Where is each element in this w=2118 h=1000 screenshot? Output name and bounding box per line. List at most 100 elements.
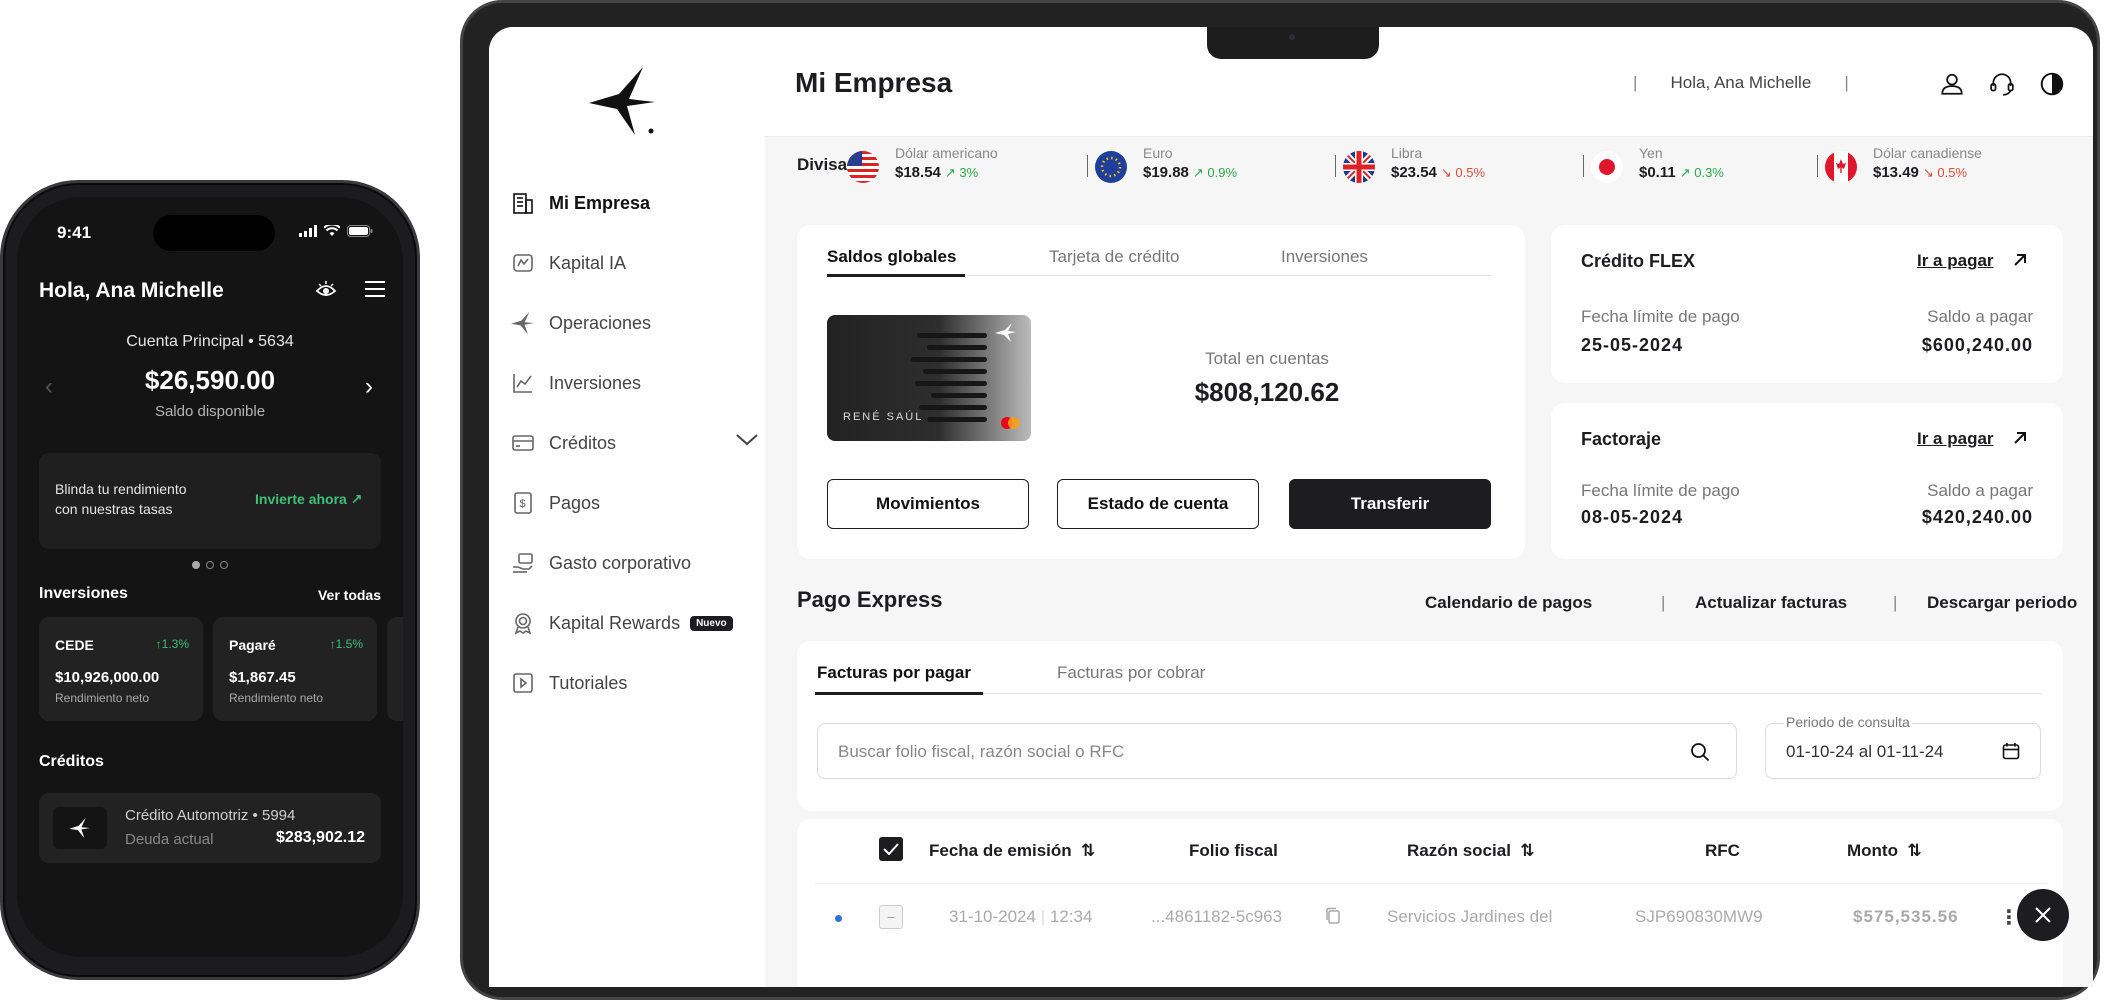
period-picker[interactable]: Periodo de consulta 01-10-24 al 01-11-24 (1765, 714, 2041, 779)
credit-card-item[interactable]: Crédito Automotriz • 5994 Deuda actual $… (39, 793, 381, 863)
transfer-button[interactable]: Transferir (1289, 479, 1491, 529)
debit-card-image[interactable]: RENÉ SAÚL (827, 315, 1031, 441)
sidebar-item-mi-empresa[interactable]: Mi Empresa (509, 181, 765, 225)
divider (1335, 155, 1336, 177)
copy-icon[interactable] (1325, 907, 1341, 925)
building-icon (509, 189, 537, 217)
eye-icon[interactable] (315, 281, 337, 299)
investment-card[interactable]: Pagaré ↑1.5% $1,867.45 Rendimiento neto (213, 617, 377, 721)
promo-text: Blinda tu rendimiento con nuestras tasas (55, 481, 187, 517)
phone-screen: 9:41 Hola, Ana Michelle Cuenta Principal… (17, 197, 403, 957)
wifi-icon (324, 225, 340, 236)
due-date: 25-05-2024 (1581, 335, 1684, 355)
sidebar-item-creditos[interactable]: Créditos (509, 421, 765, 465)
investment-rate: ↑1.5% (329, 637, 363, 651)
pago-express-title: Pago Express (797, 587, 943, 612)
tutorials-icon (509, 669, 537, 697)
investment-value: $1,867.45 (229, 669, 296, 686)
calendar-icon[interactable] (2002, 742, 2020, 760)
download-period-link[interactable]: Descargar periodo (1927, 593, 2077, 613)
see-all-investments-link[interactable]: Ver todas (318, 587, 381, 603)
row-company: Servicios Jardines del (1387, 907, 1553, 926)
chevron-down-icon[interactable] (735, 433, 759, 447)
account-label: Cuenta Principal • 5634 (126, 333, 294, 350)
status-icons (299, 225, 373, 237)
us-flag-icon (847, 151, 879, 183)
row-folio: ...4861182-5c963 (1151, 907, 1283, 926)
laptop-device: Mi Empresa Kapital IA Operaciones Invers… (460, 0, 2100, 1000)
pay-credit-flex-link[interactable]: Ir a pagar (1917, 251, 1994, 271)
account-statement-button[interactable]: Estado de cuenta (1057, 479, 1259, 529)
sidebar-item-operaciones[interactable]: Operaciones (509, 301, 765, 345)
tab-invoices-to-collect[interactable]: Facturas por cobrar (1057, 663, 1205, 683)
investments-title: Inversiones (39, 585, 128, 602)
close-icon (2035, 907, 2051, 923)
tab-invoices-to-pay[interactable]: Facturas por pagar (817, 663, 971, 683)
next-account-icon[interactable]: › (365, 373, 373, 401)
ai-icon (509, 249, 537, 277)
operations-icon (509, 309, 537, 337)
row-checkbox[interactable]: − (879, 905, 903, 929)
credit-card-icon (509, 429, 537, 457)
investment-card[interactable]: CEDE ↑1.3% $10,926,000.00 Rendimiento ne… (39, 617, 203, 721)
kapital-logo-icon (53, 807, 107, 849)
promo-banner: Blinda tu rendimiento con nuestras tasas… (39, 453, 381, 549)
sort-icon[interactable]: ⇅ (1081, 841, 1095, 860)
sidebar-item-kapital-rewards[interactable]: Kapital Rewards Nuevo (509, 601, 765, 645)
arrow-up-right-icon[interactable] (2011, 251, 2029, 269)
payment-calendar-link[interactable]: Calendario de pagos (1425, 593, 1592, 613)
carousel-dot[interactable] (220, 561, 228, 569)
divider (1087, 155, 1088, 177)
sidebar-item-pagos[interactable]: $ Pagos (509, 481, 765, 525)
user-icon[interactable] (1939, 71, 1965, 97)
row-date: 31-10-2024 | 12:34 (949, 907, 1093, 926)
sidebar-item-label: Kapital IA (549, 252, 627, 273)
sidebar-item-kapital-ia[interactable]: Kapital IA (509, 241, 765, 285)
factoraje-title: Factoraje (1581, 429, 1662, 449)
close-fab-button[interactable] (2017, 889, 2069, 941)
sidebar-item-label: Inversiones (549, 372, 642, 393)
contrast-toggle-icon[interactable] (2039, 71, 2065, 97)
select-all-checkbox[interactable] (879, 837, 903, 861)
dynamic-island (153, 215, 275, 251)
carousel-dot[interactable] (206, 561, 214, 569)
movements-button[interactable]: Movimientos (827, 479, 1029, 529)
column-header-amount[interactable]: Monto ⇅ (1847, 841, 1922, 861)
arrow-up-right-icon[interactable] (2011, 429, 2029, 447)
investment-sub: Rendimiento neto (229, 691, 324, 705)
row-rfc: SJP690830MW9 (1635, 907, 1763, 926)
sort-icon[interactable]: ⇅ (1520, 841, 1534, 860)
investment-card-partial[interactable] (387, 617, 403, 721)
unread-indicator (835, 915, 842, 922)
due-date: 08-05-2024 (1581, 507, 1684, 527)
column-header-company[interactable]: Razón social ⇅ (1407, 841, 1535, 861)
amount-due: $420,240.00 (1921, 507, 2033, 527)
carousel-dot[interactable] (192, 561, 200, 569)
sidebar-item-gasto-corporativo[interactable]: Gasto corporativo (509, 541, 765, 585)
sidebar-item-tutoriales[interactable]: Tutoriales (509, 661, 765, 705)
promo-link[interactable]: Invierte ahora ↗ (255, 491, 362, 508)
column-header-date[interactable]: Fecha de emisión ⇅ (929, 841, 1095, 861)
sidebar-item-label: Operaciones (549, 312, 652, 333)
pay-factoraje-link[interactable]: Ir a pagar (1917, 429, 1994, 449)
kapital-logo-icon[interactable] (589, 67, 655, 135)
tab-inversiones[interactable]: Inversiones (1281, 247, 1368, 267)
sort-icon[interactable]: ⇅ (1907, 841, 1921, 860)
update-invoices-link[interactable]: Actualizar facturas (1695, 593, 1847, 613)
currency-value: $19.88 ↗ 0.9% (1143, 164, 1238, 181)
support-icon[interactable] (1989, 71, 2015, 97)
account-balance: $26,590.00 (144, 365, 276, 395)
credit-flex-title: Crédito FLEX (1581, 251, 1696, 271)
hamburger-menu-icon[interactable] (365, 281, 385, 297)
tab-tarjeta-credito[interactable]: Tarjeta de crédito (1049, 247, 1179, 267)
tab-saldos-globales[interactable]: Saldos globales (827, 247, 956, 267)
invoices-filter-card: Facturas por pagar Facturas por cobrar B… (797, 641, 2063, 811)
search-input[interactable]: Buscar folio fiscal, razón social o RFC (817, 723, 1737, 779)
sidebar-item-inversiones[interactable]: Inversiones (509, 361, 765, 405)
new-badge: Nuevo (690, 615, 733, 631)
search-icon[interactable] (1690, 742, 1710, 762)
payments-icon: $ (509, 489, 537, 517)
balance-label: Saldo disponible (154, 403, 266, 420)
period-value: 01-10-24 al 01-11-24 (1786, 742, 1944, 761)
row-more-icon[interactable]: ⋮ (1999, 905, 2019, 930)
